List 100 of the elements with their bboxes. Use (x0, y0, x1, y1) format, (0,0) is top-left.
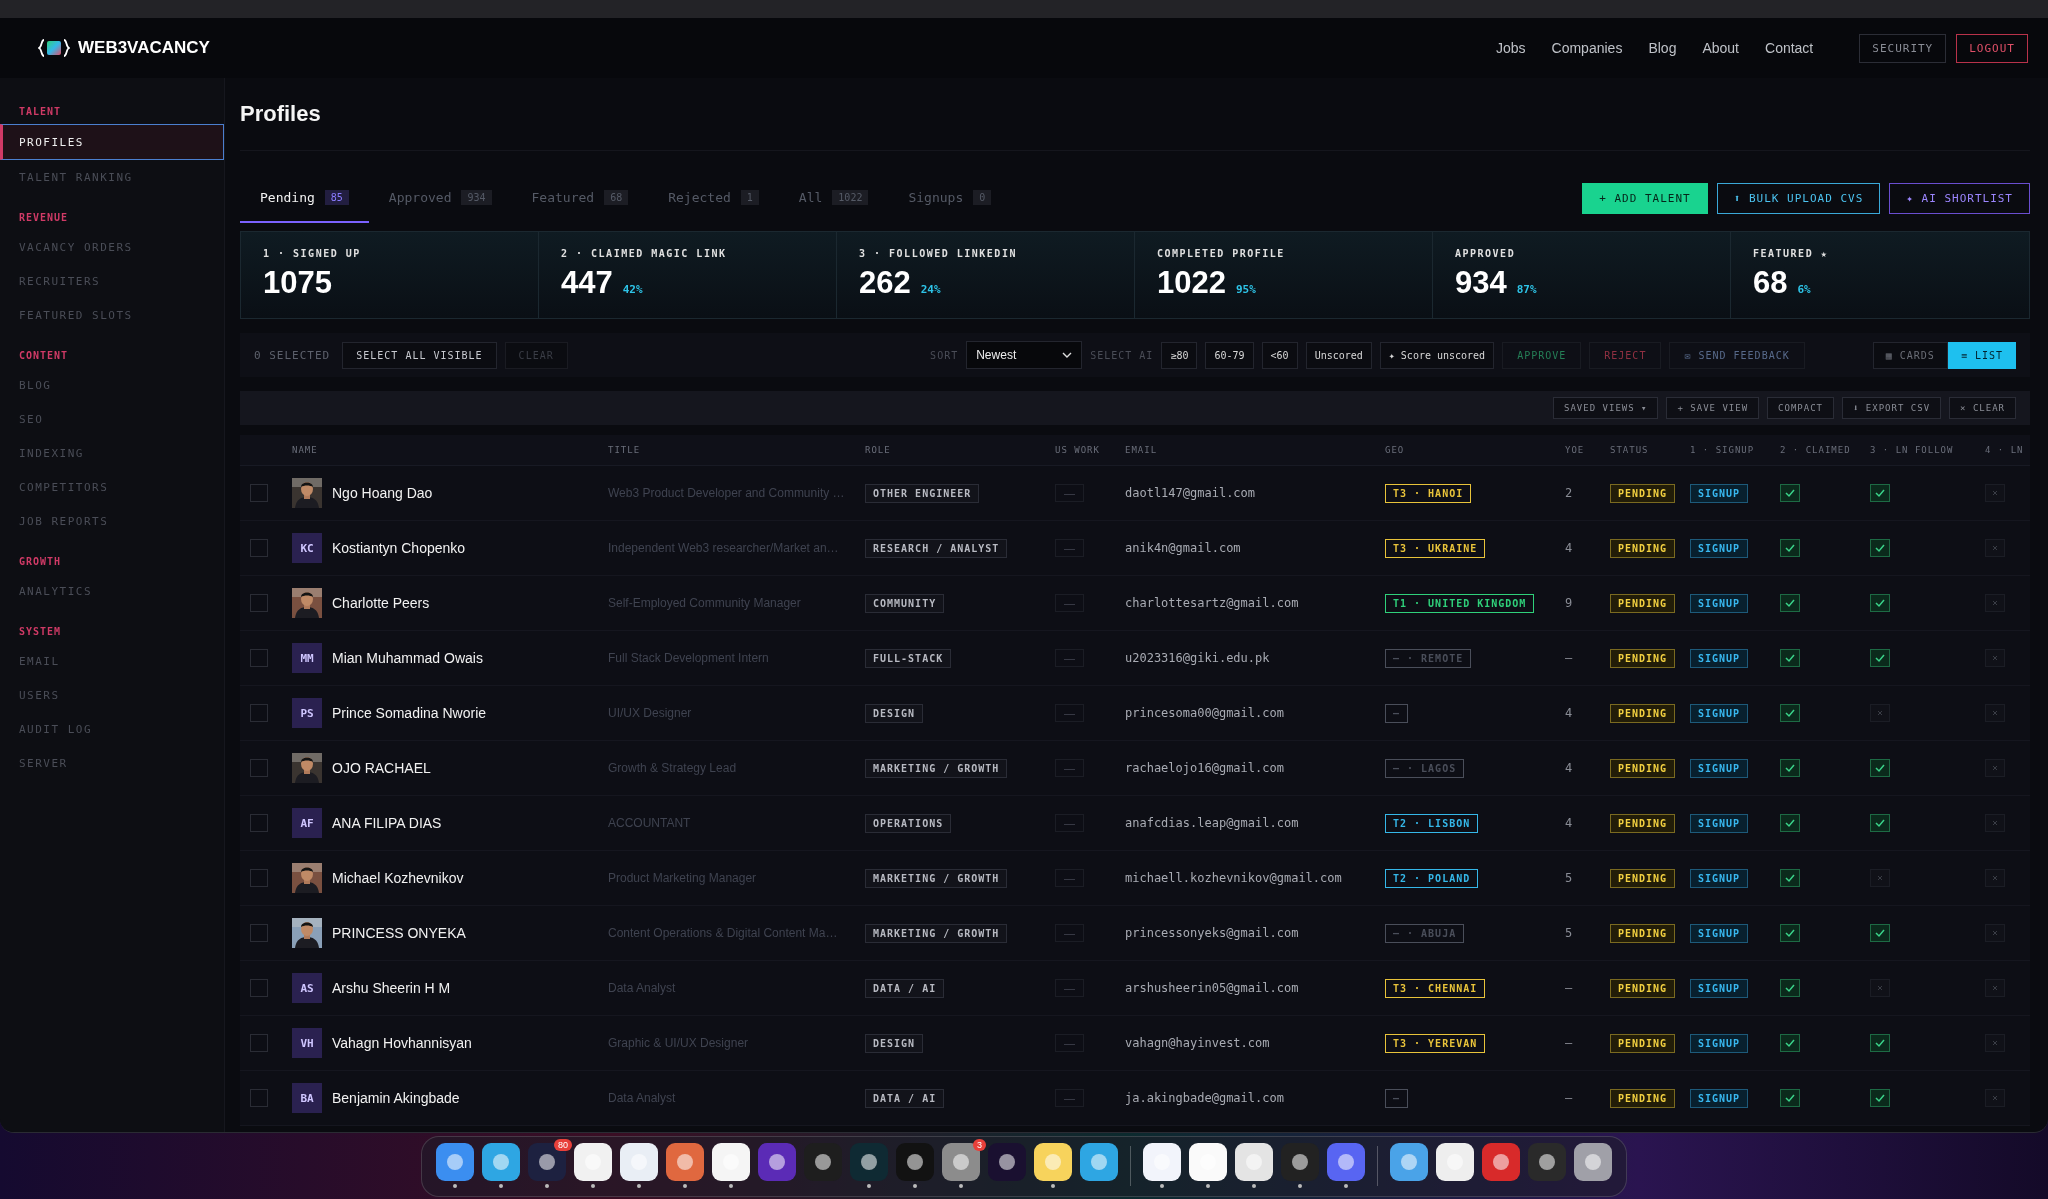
running-indicator (867, 1184, 871, 1188)
header-button[interactable]: SECURITY (1859, 33, 1947, 63)
score-filter-button[interactable]: Unscored (1305, 341, 1372, 369)
app-icon[interactable] (482, 1143, 520, 1181)
us-work-value: — (1055, 759, 1084, 777)
view-option-button[interactable]: COMPACT (1767, 397, 1835, 419)
signup-tag: SIGNUP (1690, 483, 1749, 503)
logout-button[interactable]: LOGOUT (1956, 33, 2028, 63)
nav-link[interactable]: Blog (1648, 40, 1677, 56)
nav-link[interactable]: Contact (1765, 40, 1814, 56)
stat-label: COMPLETED PROFILE (1157, 248, 1286, 259)
add-talent-button[interactable]: + ADD TALENT (1582, 182, 1708, 214)
stat-value: 68 (1753, 265, 1788, 301)
signup-tag: SIGNUP (1690, 648, 1749, 668)
view-toggle[interactable]: ≡ LIST (1947, 341, 2016, 369)
view-option-button[interactable]: ⬇ EXPORT CSV (1842, 397, 1942, 419)
row-checkbox[interactable] (250, 649, 268, 667)
score-filter-button[interactable]: ✦ Score unscored (1379, 341, 1495, 369)
row-checkbox[interactable] (250, 1089, 268, 1107)
view-option-button[interactable]: + SAVE VIEW (1666, 397, 1760, 419)
email-text: arshusheerin05@gmail.com (1125, 981, 1299, 995)
app-icon[interactable] (1528, 1143, 1566, 1181)
row-checkbox[interactable] (250, 1034, 268, 1052)
view-option-button[interactable]: SAVED VIEWS ▾ (1553, 397, 1659, 419)
email-text: charlottesartz@gmail.com (1125, 596, 1299, 610)
row-checkbox[interactable] (250, 484, 268, 502)
nav-link[interactable]: Companies (1551, 40, 1623, 56)
nav-link[interactable]: About (1702, 40, 1739, 56)
nav-link[interactable]: Jobs (1496, 40, 1526, 56)
years-value: 2 (1565, 486, 1573, 500)
app-icon[interactable] (712, 1143, 750, 1181)
app-icon[interactable] (896, 1143, 934, 1181)
person-name[interactable]: Prince Somadina Nworie (332, 705, 487, 721)
signup-tag: SIGNUP (1690, 868, 1749, 888)
years-value: 5 (1565, 926, 1573, 940)
app-icon[interactable] (574, 1143, 612, 1181)
row-checkbox[interactable] (250, 539, 268, 557)
email-text: michaell.kozhevnikov@gmail.com (1125, 871, 1342, 885)
person-name[interactable]: PRINCESS ONYEKA (332, 925, 466, 941)
person-name[interactable]: Michael Kozhevnikov (332, 870, 464, 886)
app-icon[interactable] (1034, 1143, 1072, 1181)
row-checkbox[interactable] (250, 814, 268, 832)
app-icon[interactable] (758, 1143, 796, 1181)
app-icon[interactable] (1080, 1143, 1118, 1181)
job-title: ACCOUNTANT (608, 816, 691, 830)
select-ai-label: SELECT AI (1090, 349, 1154, 361)
app-icon[interactable] (1189, 1143, 1227, 1181)
app-icon[interactable] (804, 1143, 842, 1181)
person-name[interactable]: OJO RACHAEL (332, 760, 431, 776)
tab[interactable]: Pending 85 (240, 173, 369, 223)
app-icon[interactable] (1281, 1143, 1319, 1181)
app-icon[interactable] (1482, 1143, 1520, 1181)
role-tag: MARKETING / GROWTH (865, 923, 1008, 943)
sidebar-section-label: TALENT (18, 104, 63, 119)
select-all-button[interactable]: SELECT ALL VISIBLE (342, 341, 497, 369)
app-icon[interactable] (1436, 1143, 1474, 1181)
row-checkbox[interactable] (250, 704, 268, 722)
years-value: 4 (1565, 816, 1573, 830)
person-name[interactable]: Kostiantyn Chopenko (332, 540, 466, 556)
person-name[interactable]: Vahagn Hovhannisyan (332, 1035, 472, 1051)
app-icon[interactable] (942, 1143, 980, 1181)
app-icon[interactable] (850, 1143, 888, 1181)
sidebar-item[interactable]: PROFILES (0, 124, 224, 160)
app-icon[interactable] (436, 1143, 474, 1181)
app-icon[interactable] (1390, 1143, 1428, 1181)
signup-tag: SIGNUP (1690, 1088, 1749, 1108)
app-icon[interactable] (528, 1143, 566, 1181)
app-icon[interactable] (1143, 1143, 1181, 1181)
view-toggle[interactable]: ▦ CARDS (1872, 341, 1948, 369)
app-icon[interactable] (1327, 1143, 1365, 1181)
running-indicator (729, 1184, 733, 1188)
row-checkbox[interactable] (250, 759, 268, 777)
shortlist-button[interactable]: ✦ AI SHORTLIST (1889, 182, 2030, 214)
sort-select[interactable]: Newest (966, 341, 1083, 369)
job-title: Growth & Strategy Lead (608, 761, 737, 775)
app-icon[interactable] (620, 1143, 658, 1181)
row-checkbox[interactable] (250, 979, 268, 997)
row-checkbox[interactable] (250, 594, 268, 612)
row-checkbox[interactable] (250, 924, 268, 942)
email-text: u2023316@giki.edu.pk (1125, 651, 1270, 665)
running-indicator (1252, 1184, 1256, 1188)
app-icon[interactable] (1574, 1143, 1612, 1181)
score-filter-button[interactable]: ≥80 (1161, 341, 1198, 369)
person-name[interactable]: Charlotte Peers (332, 595, 430, 611)
row-checkbox[interactable] (250, 869, 268, 887)
person-name[interactable]: Ngo Hoang Dao (332, 485, 433, 501)
person-name[interactable]: Mian Muhammad Owais (332, 650, 483, 666)
running-indicator (1298, 1184, 1302, 1188)
upload-button[interactable]: ⬆ BULK UPLOAD CVS (1716, 182, 1881, 214)
score-filter-button[interactable]: 60-79 (1205, 341, 1254, 369)
view-option-button[interactable]: × CLEAR (1949, 397, 2016, 419)
person-name[interactable]: Benjamin Akingbade (332, 1090, 460, 1106)
person-name[interactable]: ANA FILIPA DIAS (332, 815, 442, 831)
app-icon[interactable] (666, 1143, 704, 1181)
years-value: 5 (1565, 871, 1573, 885)
sidebar-section-label: REVENUE (18, 210, 70, 225)
person-name[interactable]: Arshu Sheerin H M (332, 980, 451, 996)
score-filter-button[interactable]: <60 (1261, 341, 1298, 369)
app-icon[interactable] (988, 1143, 1026, 1181)
app-icon[interactable] (1235, 1143, 1273, 1181)
